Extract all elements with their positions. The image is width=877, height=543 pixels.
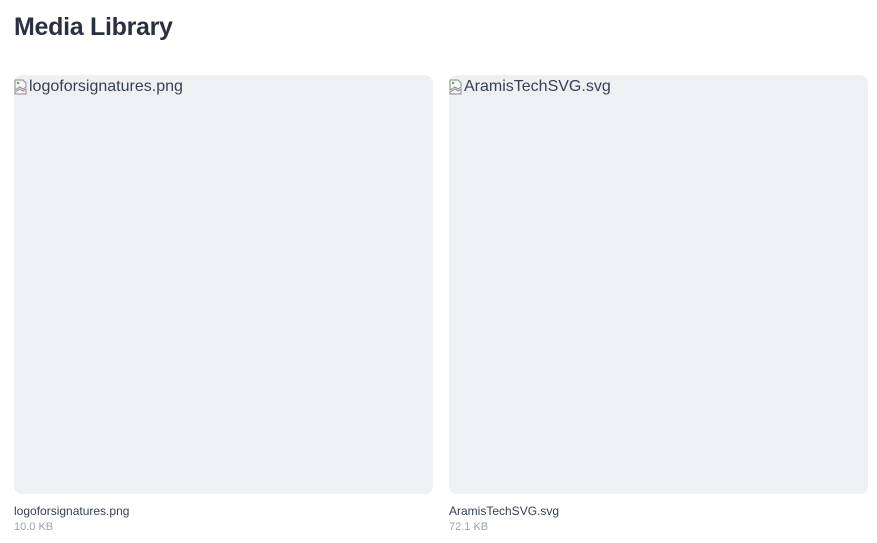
media-thumbnail[interactable]: AramisTechSVG.svg bbox=[449, 75, 868, 494]
media-card-logoforsignatures[interactable]: logoforsignatures.png logoforsignatures.… bbox=[14, 75, 433, 534]
media-grid: logoforsignatures.png logoforsignatures.… bbox=[14, 75, 868, 534]
page-title: Media Library bbox=[14, 13, 173, 41]
file-name: AramisTechSVG.svg bbox=[449, 504, 560, 518]
file-size: 10.0 KB bbox=[14, 521, 54, 533]
broken-image-icon bbox=[449, 79, 463, 95]
broken-image-icon bbox=[14, 79, 28, 95]
media-card-aramistechsvg[interactable]: AramisTechSVG.svg AramisTechSVG.svg 72.1… bbox=[449, 75, 868, 534]
broken-image-placeholder: AramisTechSVG.svg bbox=[449, 77, 611, 97]
image-alt-text: AramisTechSVG.svg bbox=[464, 78, 611, 95]
file-size: 72.1 KB bbox=[449, 521, 489, 533]
file-name: logoforsignatures.png bbox=[14, 504, 130, 518]
broken-image-placeholder: logoforsignatures.png bbox=[14, 77, 183, 97]
image-alt-text: logoforsignatures.png bbox=[29, 78, 183, 95]
media-thumbnail[interactable]: logoforsignatures.png bbox=[14, 75, 433, 494]
